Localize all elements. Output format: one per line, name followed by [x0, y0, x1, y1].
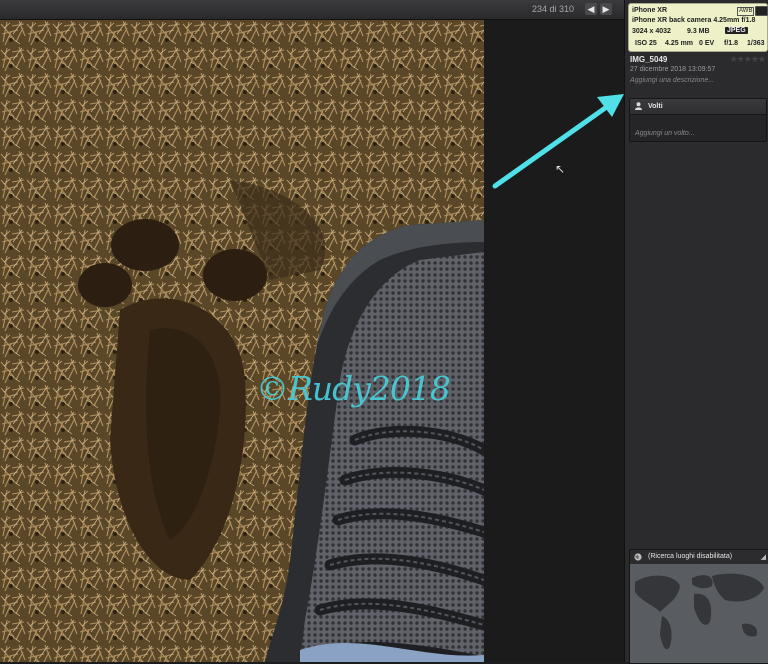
photo-title[interactable]: IMG_5049 — [630, 55, 667, 64]
exif-format: JPEG — [725, 27, 748, 34]
description-field[interactable]: Aggiungi una descrizione... — [630, 77, 714, 84]
photo-counter: 234 di 310 — [531, 4, 574, 14]
exif-aperture: f/1.8 — [724, 40, 739, 47]
annotation-arrow — [492, 94, 624, 189]
previous-photo-button[interactable]: ◀ — [585, 3, 597, 15]
exif-lens: iPhone XR back camera 4.25mm f/1.8 — [632, 17, 756, 24]
rating-stars[interactable]: ★★★★★ — [730, 54, 766, 65]
exif-resolution: 3024 x 4032 — [632, 28, 671, 35]
awb-badge: AWB — [737, 7, 755, 16]
exif-camera: iPhone XR — [632, 7, 668, 14]
places-header: (Ricerca luoghi disabilitata) ◢ — [630, 550, 768, 565]
exif-iso: ISO 25 — [635, 40, 657, 47]
collapse-arrow-icon[interactable]: ◢ — [761, 553, 766, 561]
exif-shutter: 1/363 — [747, 40, 765, 47]
exif-focal: 4.25 mm — [665, 40, 694, 47]
info-panel: iPhone XR AWB iPhone XR back camera 4.25… — [624, 0, 768, 664]
exif-ev: 0 EV — [699, 40, 715, 47]
places-label: (Ricerca luoghi disabilitata) — [648, 553, 733, 560]
globe-icon — [634, 553, 642, 561]
faces-section: Volti Aggiungi un volto... — [629, 98, 767, 142]
faces-label: Volti — [648, 103, 663, 110]
world-map[interactable] — [630, 564, 768, 663]
photo-date: 27 dicembre 2018 13:09:57 — [630, 66, 716, 73]
camera-icon — [755, 6, 768, 16]
toolbar: 234 di 310 ◀ ▶ — [0, 0, 624, 20]
exif-box: iPhone XR AWB iPhone XR back camera 4.25… — [628, 3, 768, 52]
faces-header: Volti — [630, 99, 766, 115]
next-photo-button[interactable]: ▶ — [600, 3, 612, 15]
photo-viewer: ©Rudy2018 ↖ — [0, 20, 624, 662]
person-icon — [635, 102, 642, 110]
exif-filesize: 9.3 MB — [687, 28, 710, 35]
add-face-field[interactable]: Aggiungi un volto... — [635, 130, 695, 137]
mouse-cursor-icon: ↖ — [555, 162, 566, 176]
places-map: (Ricerca luoghi disabilitata) ◢ — [629, 549, 768, 664]
